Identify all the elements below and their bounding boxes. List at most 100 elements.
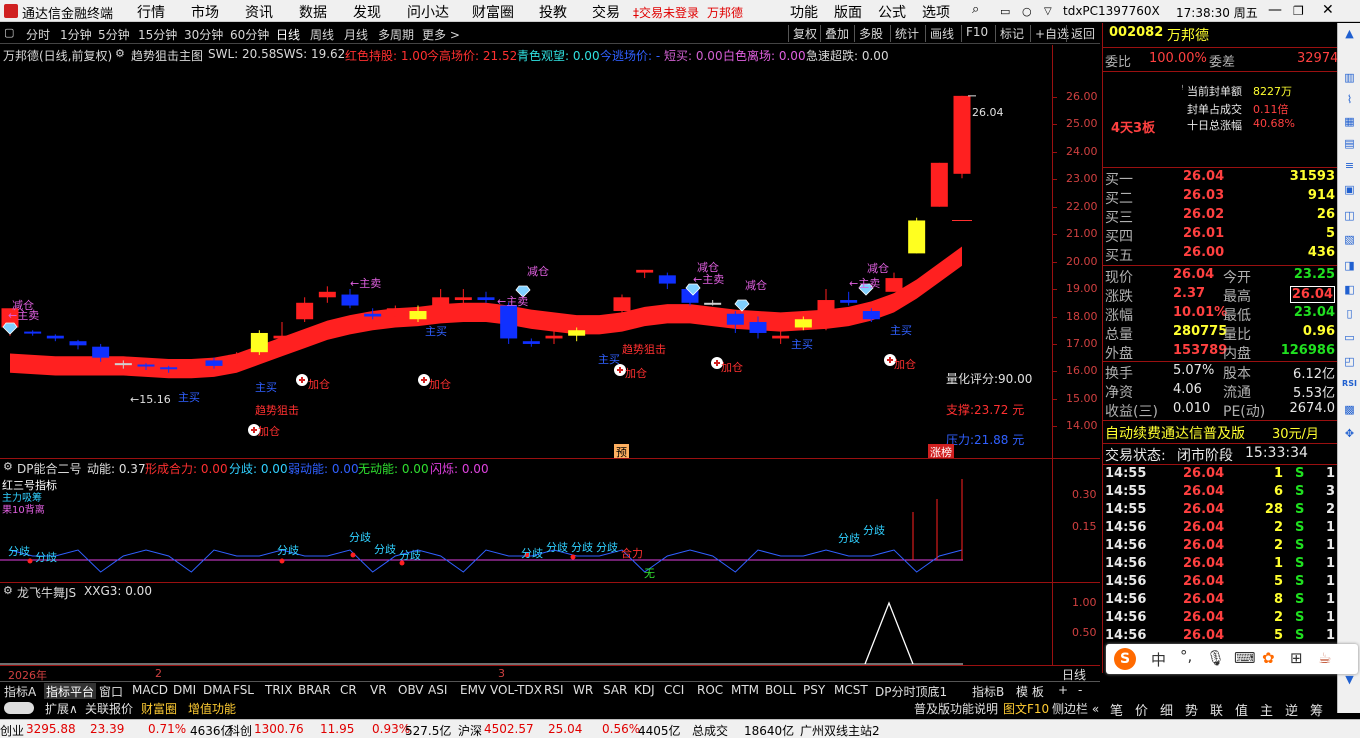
- menu-item[interactable]: 公式: [878, 2, 906, 22]
- quote-tab[interactable]: 笔: [1110, 700, 1123, 719]
- extension-tab[interactable]: 财富圈: [141, 700, 177, 717]
- ime-chinese-icon[interactable]: 中: [1151, 649, 1166, 670]
- menu-item[interactable]: 资讯: [245, 2, 273, 22]
- period-tab[interactable]: 周线: [310, 26, 334, 43]
- extension-tab-right[interactable]: 图文F10: [1003, 700, 1049, 717]
- indicator-tab[interactable]: -: [1078, 683, 1082, 697]
- indicator-tab[interactable]: VR: [370, 683, 387, 697]
- period-tab[interactable]: 15分钟: [138, 26, 177, 43]
- checkbox-icon[interactable]: ▢: [4, 26, 14, 39]
- page-icon[interactable]: ▭: [1342, 331, 1357, 346]
- indicator-tab[interactable]: DMA: [203, 683, 231, 697]
- ime-toolbar[interactable]: S 中 °, 🎙 ⌨ ✿ ⊞ ☕: [1106, 644, 1358, 674]
- window-icon[interactable]: ◫: [1342, 209, 1357, 224]
- indicator-tab[interactable]: 窗口: [99, 683, 123, 700]
- ime-toolbox-icon[interactable]: ⊞: [1290, 649, 1303, 667]
- index-name[interactable]: 沪深: [458, 722, 482, 738]
- dropdown-icon[interactable]: ▽: [1044, 6, 1052, 17]
- indicator-tab[interactable]: 指标B: [972, 683, 1004, 700]
- indicator-tab[interactable]: MTM: [731, 683, 759, 697]
- extension-tab-right[interactable]: 侧边栏 «: [1052, 700, 1099, 717]
- sheet-icon[interactable]: ◰: [1342, 355, 1357, 370]
- extension-tab[interactable]: 增值功能: [188, 700, 236, 717]
- stock-short-name[interactable]: 万邦德: [707, 4, 743, 21]
- arrow-down-icon[interactable]: ▼: [1342, 673, 1357, 688]
- period-tab[interactable]: 月线: [344, 26, 368, 43]
- indicator-tab[interactable]: CR: [340, 683, 357, 697]
- tool-button[interactable]: 画线: [925, 25, 958, 42]
- list-icon[interactable]: ≡: [1342, 159, 1357, 174]
- period-tab[interactable]: 1分钟: [60, 26, 92, 43]
- menu-item[interactable]: 选项: [922, 2, 950, 22]
- maximize-button[interactable]: ❐: [1293, 4, 1304, 18]
- doc-icon[interactable]: ▯: [1342, 307, 1357, 322]
- promo-price[interactable]: 30元/月: [1272, 423, 1319, 442]
- chart-icon[interactable]: ▧: [1342, 233, 1357, 248]
- tool-button[interactable]: 返回: [1066, 25, 1099, 42]
- search-icon[interactable]: ⌕: [972, 2, 979, 17]
- ime-mic-icon[interactable]: 🎙: [1206, 649, 1225, 667]
- tool-button[interactable]: 复权: [788, 25, 821, 42]
- indicator-tab[interactable]: DMI: [173, 683, 196, 697]
- move-icon[interactable]: ✥: [1342, 427, 1357, 442]
- menu-item[interactable]: 功能: [790, 2, 818, 22]
- dp-indicator-chart[interactable]: [0, 459, 1052, 582]
- panel-icon[interactable]: ▣: [1342, 183, 1357, 198]
- menu-item[interactable]: 数据: [299, 2, 327, 22]
- indicator-tab[interactable]: 指标平台: [44, 683, 97, 700]
- indicator-tab[interactable]: BOLL: [765, 683, 796, 697]
- quote-tab[interactable]: 值: [1235, 700, 1248, 719]
- indicator-tab[interactable]: 指标A: [4, 683, 36, 700]
- index-name[interactable]: 科创: [228, 722, 252, 738]
- indicator-tab[interactable]: MACD: [132, 683, 168, 697]
- indicator-tab[interactable]: BRAR: [298, 683, 331, 697]
- ime-keyboard-icon[interactable]: ⌨: [1234, 649, 1256, 667]
- menu-item[interactable]: 版面: [834, 2, 862, 22]
- period-tab[interactable]: 30分钟: [184, 26, 223, 43]
- menu-item[interactable]: 行情: [137, 2, 165, 22]
- indicator-tab[interactable]: ROC: [697, 683, 723, 697]
- box-icon[interactable]: ◧: [1342, 283, 1357, 298]
- period-more[interactable]: 更多 >: [422, 26, 460, 43]
- period-tab[interactable]: 多周期: [378, 26, 414, 43]
- lfnw-indicator-chart[interactable]: [0, 583, 1052, 665]
- quote-tab[interactable]: 势: [1185, 700, 1198, 719]
- tool-button[interactable]: F10: [961, 25, 992, 42]
- ime-skin-icon[interactable]: ✿: [1262, 649, 1275, 667]
- indicator-tab[interactable]: EMV: [460, 683, 486, 697]
- indicator-tab[interactable]: PSY: [803, 683, 825, 697]
- quote-tab[interactable]: 主: [1260, 700, 1273, 719]
- indicator-tab[interactable]: OBV: [398, 683, 424, 697]
- extension-tab[interactable]: 扩展∧: [45, 700, 78, 717]
- line-chart-icon[interactable]: ⌇: [1342, 93, 1357, 108]
- layout-icon[interactable]: ◨: [1342, 259, 1357, 274]
- quote-tab[interactable]: 价: [1135, 700, 1148, 719]
- tool-button[interactable]: 标记: [995, 25, 1028, 42]
- minimize-button[interactable]: —: [1268, 2, 1282, 18]
- indicator-tab[interactable]: SAR: [603, 683, 627, 697]
- indicator-tab[interactable]: FSL: [233, 683, 254, 697]
- table-icon[interactable]: ▤: [1342, 137, 1357, 152]
- arrow-up-icon[interactable]: ▲: [1342, 27, 1357, 42]
- ime-logo-icon[interactable]: S: [1114, 648, 1136, 670]
- quote-tab[interactable]: 筹: [1310, 700, 1323, 719]
- indicator-tab[interactable]: MCST: [834, 683, 868, 697]
- indicator-tab[interactable]: VOL-TDX: [490, 683, 542, 697]
- period-tab[interactable]: 5分钟: [98, 26, 130, 43]
- toggle-switch[interactable]: [4, 702, 34, 714]
- tile-icon[interactable]: ▩: [1342, 403, 1357, 418]
- menu-item[interactable]: 市场: [191, 2, 219, 22]
- indicator-tab[interactable]: 模 板: [1016, 683, 1044, 700]
- indicator-tab[interactable]: TRIX: [265, 683, 292, 697]
- indicator-tab[interactable]: ASI: [428, 683, 447, 697]
- help-icon[interactable]: ○: [1022, 5, 1032, 18]
- bar-chart-icon[interactable]: ▥: [1342, 71, 1357, 86]
- menu-item[interactable]: 财富圈: [472, 2, 514, 22]
- index-name[interactable]: 创业: [0, 722, 24, 738]
- quote-tab[interactable]: 逆: [1285, 700, 1298, 719]
- close-button[interactable]: ✕: [1322, 2, 1334, 18]
- menu-item[interactable]: 发现: [353, 2, 381, 22]
- server-name[interactable]: 广州双线主站2: [800, 722, 880, 738]
- indicator-tab[interactable]: +: [1058, 683, 1068, 697]
- indicator-tab[interactable]: KDJ: [634, 683, 655, 697]
